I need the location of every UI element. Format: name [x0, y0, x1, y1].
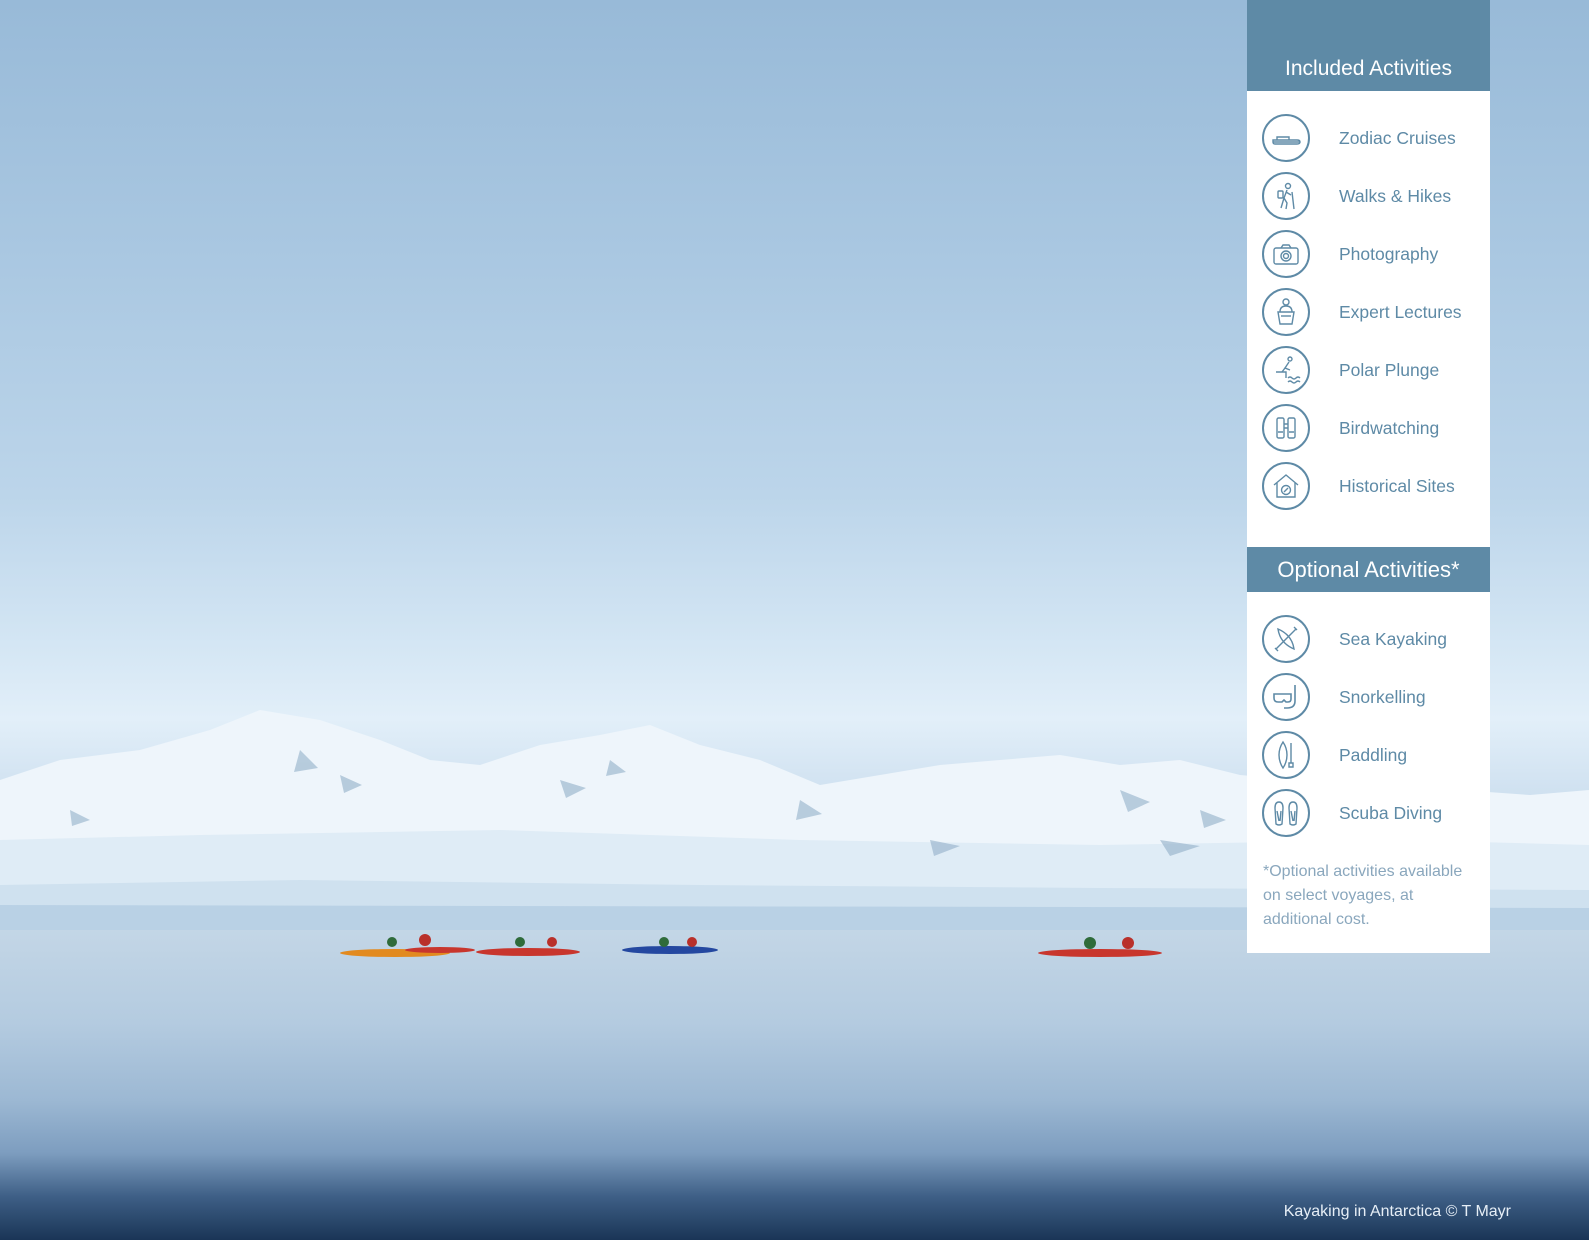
- activity-label: Sea Kayaking: [1339, 628, 1447, 649]
- activity-label: Scuba Diving: [1339, 802, 1443, 823]
- activity-label: Photography: [1339, 243, 1439, 264]
- included-activities-list: Zodiac Cruises Walks & Hikes Photography…: [1247, 91, 1490, 515]
- list-item: Photography: [1247, 225, 1490, 283]
- optional-activities-heading: Optional Activities*: [1247, 547, 1490, 592]
- activities-panel: Included Activities Zodiac Cruises Walks…: [1247, 0, 1490, 953]
- historic-house-icon: [1262, 462, 1310, 510]
- activity-label: Walks & Hikes: [1339, 185, 1452, 206]
- list-item: Birdwatching: [1247, 399, 1490, 457]
- kayak: [622, 937, 718, 954]
- activity-label: Zodiac Cruises: [1339, 127, 1456, 148]
- camera-icon: [1262, 230, 1310, 278]
- activity-label: Polar Plunge: [1339, 359, 1440, 380]
- kayak-paddle-icon: [1262, 615, 1310, 663]
- included-activities-heading: Included Activities: [1247, 0, 1490, 91]
- binoculars-icon: [1262, 404, 1310, 452]
- lecturer-podium-icon: [1262, 288, 1310, 336]
- list-item: Walks & Hikes: [1247, 167, 1490, 225]
- activity-label: Snorkelling: [1339, 686, 1426, 707]
- activity-label: Birdwatching: [1339, 417, 1440, 438]
- list-item: Paddling: [1247, 726, 1490, 784]
- kayak: [340, 934, 475, 957]
- hiker-icon: [1262, 172, 1310, 220]
- optional-activities-list: Sea Kayaking Snorkelling Paddling Scuba …: [1247, 592, 1490, 842]
- photo-caption: Kayaking in Antarctica © T Mayr: [1283, 1203, 1511, 1220]
- list-item: Historical Sites: [1247, 457, 1490, 515]
- flippers-icon: [1262, 789, 1310, 837]
- optional-footnote: *Optional activities available on select…: [1263, 863, 1463, 928]
- list-item: Snorkelling: [1247, 668, 1490, 726]
- paddleboard-icon: [1262, 731, 1310, 779]
- zodiac-boat-icon: [1262, 114, 1310, 162]
- kayak: [476, 937, 580, 956]
- kayak: [1038, 937, 1162, 957]
- list-item: Sea Kayaking: [1247, 610, 1490, 668]
- diver-plunge-icon: [1262, 346, 1310, 394]
- list-item: Zodiac Cruises: [1247, 109, 1490, 167]
- list-item: Polar Plunge: [1247, 341, 1490, 399]
- activity-label: Historical Sites: [1339, 475, 1455, 496]
- list-item: Scuba Diving: [1247, 784, 1490, 842]
- activity-label: Expert Lectures: [1339, 301, 1462, 322]
- list-item: Expert Lectures: [1247, 283, 1490, 341]
- activity-label: Paddling: [1339, 744, 1408, 765]
- snorkel-mask-icon: [1262, 673, 1310, 721]
